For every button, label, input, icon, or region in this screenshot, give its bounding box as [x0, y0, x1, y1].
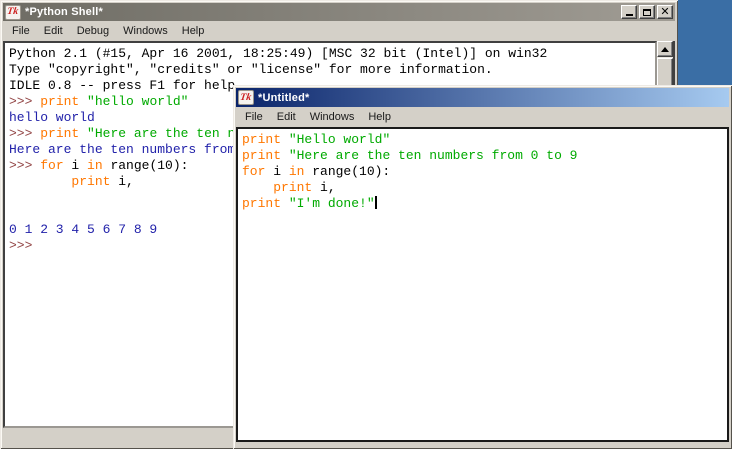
code-token: in [87, 158, 103, 173]
code-token: print [242, 132, 281, 147]
shell-window-title: *Python Shell* [25, 6, 103, 18]
code-token: print [273, 180, 312, 195]
close-icon: ✕ [660, 6, 669, 18]
minimize-button[interactable] [621, 5, 637, 19]
code-token: IDLE 0.8 -- press F1 for help [9, 78, 235, 93]
code-token: for [242, 164, 265, 179]
editor-menubar: File Edit Windows Help [236, 107, 729, 127]
shell-menu-debug[interactable]: Debug [70, 23, 116, 39]
code-token: 0 1 2 3 4 5 6 7 8 9 [9, 222, 157, 237]
code-token [281, 148, 289, 163]
code-token: i, [110, 174, 133, 189]
code-token: "I'm done!" [289, 196, 375, 211]
shell-menubar: File Edit Debug Windows Help [3, 21, 675, 41]
shell-caption-buttons: ✕ [621, 5, 673, 19]
code-token: print [71, 174, 110, 189]
close-button[interactable]: ✕ [657, 5, 673, 19]
shell-menu-help[interactable]: Help [175, 23, 212, 39]
code-token: >>> [9, 158, 40, 173]
code-line: print i, [242, 180, 727, 196]
code-token: >>> [9, 126, 40, 141]
tk-app-icon[interactable]: Tk [238, 90, 254, 105]
code-line: for i in range(10): [242, 164, 727, 180]
code-token: Type "copyright", "credits" or "license"… [9, 62, 493, 77]
maximize-icon [643, 9, 651, 16]
shell-titlebar[interactable]: Tk *Python Shell* ✕ [3, 3, 675, 21]
code-token: print [242, 148, 281, 163]
code-token: "Here are the ten numbers from 0 to 9 [289, 148, 578, 163]
code-token: print [242, 196, 281, 211]
code-token: i [265, 164, 288, 179]
code-token: in [289, 164, 305, 179]
code-line: print "I'm done!" [242, 196, 727, 212]
shell-menu-windows[interactable]: Windows [116, 23, 175, 39]
arrow-up-icon [661, 47, 669, 52]
untitled-editor-window: Tk *Untitled* File Edit Windows Help pri… [233, 85, 732, 449]
editor-menu-help[interactable]: Help [361, 109, 398, 125]
code-token: i [64, 158, 87, 173]
code-token [79, 94, 87, 109]
editor-menu-file[interactable]: File [238, 109, 270, 125]
code-token: i, [312, 180, 335, 195]
code-token: hello world [9, 110, 95, 125]
shell-menu-edit[interactable]: Edit [37, 23, 70, 39]
maximize-button[interactable] [639, 5, 655, 19]
code-token: "Hello world" [289, 132, 390, 147]
code-token [242, 180, 273, 195]
tk-app-icon[interactable]: Tk [5, 5, 21, 20]
code-token: "hello world" [87, 94, 188, 109]
code-token [281, 196, 289, 211]
code-line: print "Hello world" [242, 132, 727, 148]
code-token: print [40, 94, 79, 109]
code-token: for [40, 158, 63, 173]
code-token: >>> [9, 94, 40, 109]
shell-menu-file[interactable]: File [5, 23, 37, 39]
code-line: Python 2.1 (#15, Apr 16 2001, 18:25:49) … [9, 46, 655, 62]
text-cursor [375, 196, 377, 209]
editor-titlebar[interactable]: Tk *Untitled* [236, 88, 729, 107]
editor-menu-windows[interactable]: Windows [303, 109, 362, 125]
code-token: Python 2.1 (#15, Apr 16 2001, 18:25:49) … [9, 46, 547, 61]
code-token [79, 126, 87, 141]
code-token [281, 132, 289, 147]
editor-window-title: *Untitled* [258, 92, 310, 104]
code-token: >>> [9, 238, 40, 253]
editor-menu-edit[interactable]: Edit [270, 109, 303, 125]
minimize-icon [626, 14, 633, 16]
code-token: range(10): [103, 158, 189, 173]
code-line: Type "copyright", "credits" or "license"… [9, 62, 655, 78]
code-token [9, 174, 71, 189]
editor-text-area[interactable]: print "Hello world"print "Here are the t… [236, 127, 729, 442]
scroll-up-button[interactable] [657, 41, 673, 57]
code-token: print [40, 126, 79, 141]
code-line: print "Here are the ten numbers from 0 t… [242, 148, 727, 164]
code-token: range(10): [304, 164, 390, 179]
